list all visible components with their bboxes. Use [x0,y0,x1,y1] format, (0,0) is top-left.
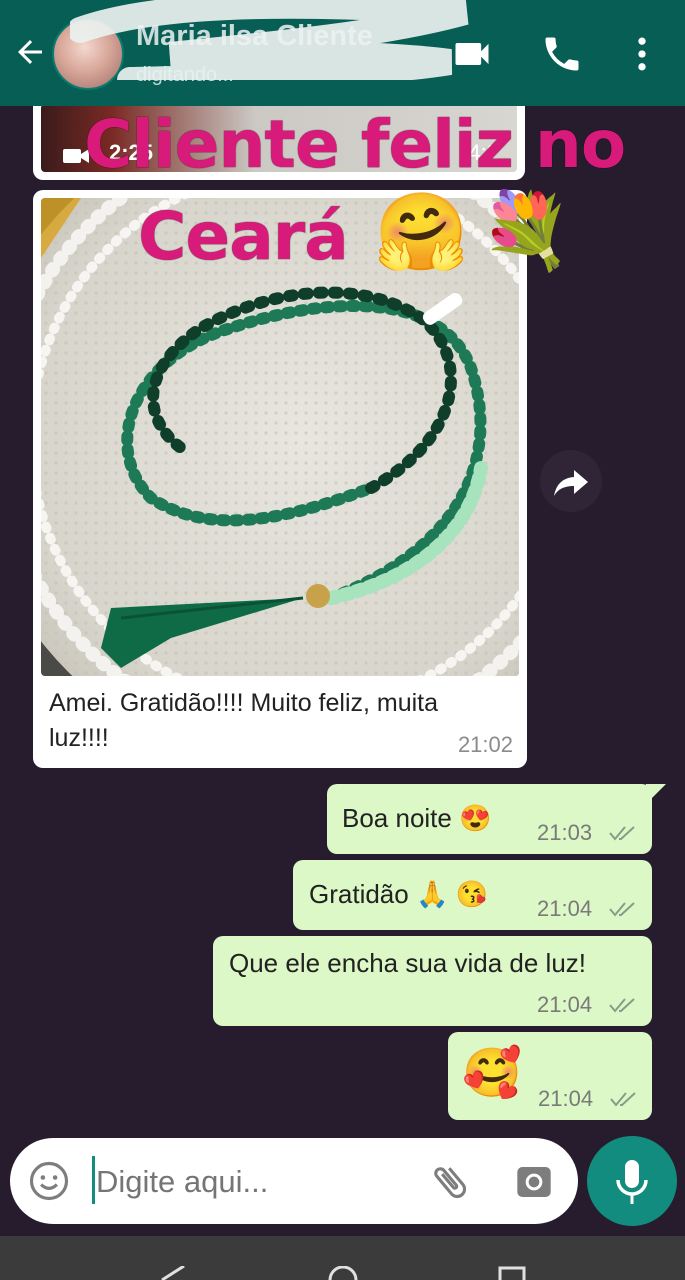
more-vert-icon[interactable] [620,32,664,76]
read-ticks-icon [609,902,635,917]
typing-status: digitando... [136,64,234,86]
mic-button[interactable] [587,1136,677,1226]
forward-icon [554,470,588,496]
message-text: Gratidão 🙏 😘 [309,879,488,909]
attach-icon[interactable] [428,1160,472,1204]
forward-button[interactable] [540,450,602,512]
android-nav-bar [0,1236,685,1280]
outgoing-message[interactable]: Gratidão 🙏 😘 21:04 [293,860,652,930]
image-message[interactable]: Amei. Gratidão!!!! Muito feliz, muita lu… [33,190,527,768]
overlay-caption-line2: Ceará [138,198,349,275]
phone-call-icon[interactable] [540,32,584,76]
message-time: 21:02 [457,732,513,757]
overlay-caption-line1: Cliente feliz no [84,106,626,183]
message-input[interactable] [96,1164,396,1200]
outgoing-message[interactable]: Que ele encha sua vida de luz! 21:04 [213,936,652,1026]
message-text: Que ele encha sua vida de luz! [229,948,587,978]
back-arrow-icon[interactable] [12,34,48,70]
read-ticks-icon [610,1092,636,1107]
contact-name[interactable]: Maria ilsa Cliente [136,20,373,53]
nav-recents-icon[interactable] [498,1266,526,1280]
microphone-icon [616,1160,648,1204]
message-time: 21:03 [537,820,593,845]
bouquet-emoji: 💐 [480,188,573,274]
text-caret [92,1156,95,1204]
outgoing-message[interactable]: 🥰 21:04 [448,1032,652,1120]
image-caption: Amei. Gratidão!!!! Muito feliz, muita lu… [49,689,439,752]
video-call-icon[interactable] [450,32,494,76]
hug-emoji: 🤗 [374,187,469,276]
outgoing-message[interactable]: Boa noite 😍 21:03 [327,784,652,854]
read-ticks-icon [609,998,635,1013]
chat-header: Maria ilsa Cliente digitando... [0,0,685,106]
chat-area: 2:25 4:2 Amei. Gratidão!!!! Muito feliz,… [0,106,685,1136]
message-time: 21:04 [537,992,593,1017]
message-text: Boa noite 😍 [342,803,492,833]
nav-back-icon[interactable] [160,1266,186,1280]
message-time: 21:04 [537,896,593,921]
camera-icon[interactable] [514,1162,554,1202]
read-ticks-icon [609,826,635,841]
message-time: 21:04 [538,1086,594,1111]
emoji-icon[interactable] [28,1160,70,1202]
message-text: 🥰 [462,1047,522,1100]
message-composer[interactable] [10,1138,578,1224]
bubble-tail [646,784,666,804]
nav-home-icon[interactable] [328,1266,358,1280]
